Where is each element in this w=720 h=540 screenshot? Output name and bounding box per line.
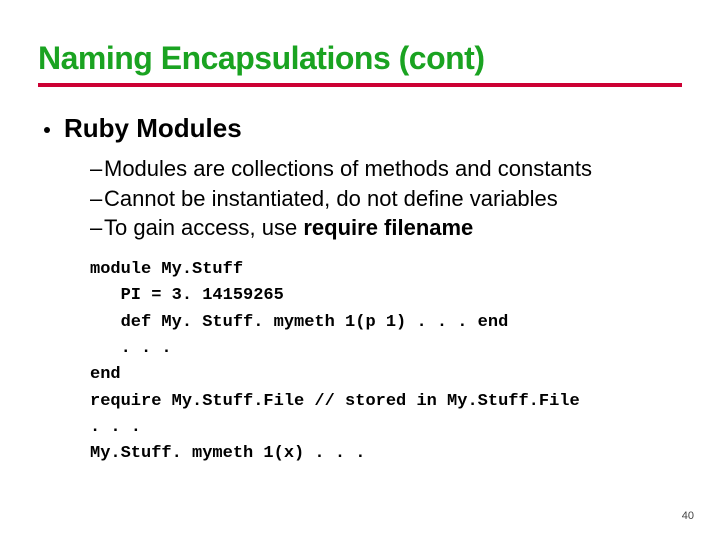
slide: Naming Encapsulations (cont) Ruby Module… bbox=[0, 0, 720, 540]
sub-bullet-text: To gain access, use require filename bbox=[104, 213, 682, 243]
sub-bullet-prefix: To gain access, use bbox=[104, 215, 303, 240]
sub-bullet-text: Cannot be instantiated, do not define va… bbox=[104, 184, 682, 214]
slide-title: Naming Encapsulations (cont) bbox=[38, 40, 682, 77]
sub-bullet-list: – Modules are collections of methods and… bbox=[90, 154, 682, 243]
bullet-row: Ruby Modules bbox=[38, 113, 682, 144]
sub-bullet: – Modules are collections of methods and… bbox=[90, 154, 682, 184]
keyword-require: require filename bbox=[303, 215, 473, 240]
code-block: module My.Stuff PI = 3. 14159265 def My.… bbox=[90, 257, 682, 468]
sub-bullet: – To gain access, use require filename bbox=[90, 213, 682, 243]
dash-icon: – bbox=[90, 154, 104, 184]
page-number: 40 bbox=[682, 510, 694, 522]
sub-bullet-text: Modules are collections of methods and c… bbox=[104, 154, 682, 184]
sub-bullet: – Cannot be instantiated, do not define … bbox=[90, 184, 682, 214]
dash-icon: – bbox=[90, 184, 104, 214]
bullet-dot-icon bbox=[44, 127, 50, 133]
title-underline bbox=[38, 83, 682, 87]
dash-icon: – bbox=[90, 213, 104, 243]
bullet-text: Ruby Modules bbox=[64, 113, 242, 144]
